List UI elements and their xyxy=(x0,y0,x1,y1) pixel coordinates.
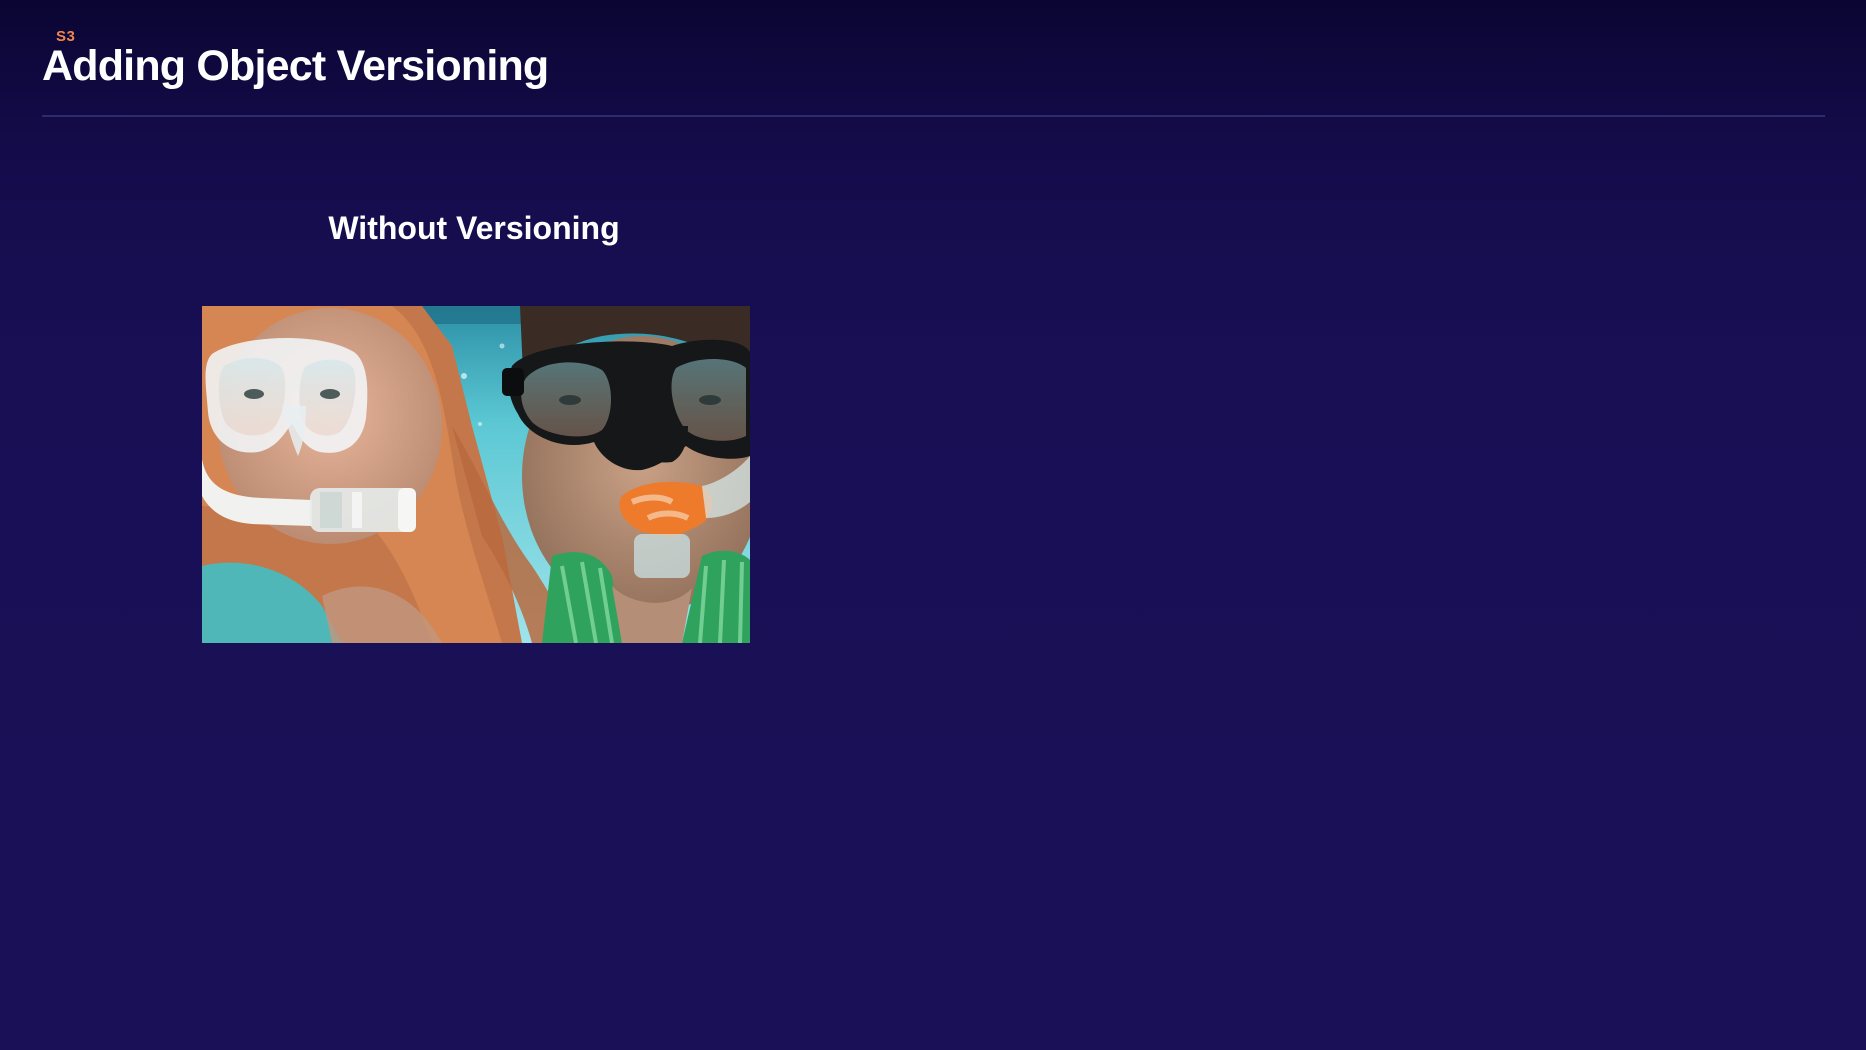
snorkelers-photo-illustration xyxy=(202,306,750,643)
slide-title: Adding Object Versioning xyxy=(42,42,549,90)
subheading-without-versioning: Without Versioning xyxy=(328,210,620,246)
snorkelers-photo xyxy=(202,306,750,643)
title-divider xyxy=(42,115,1825,117)
slide: S3 Adding Object Versioning Without Vers… xyxy=(0,0,1866,1050)
